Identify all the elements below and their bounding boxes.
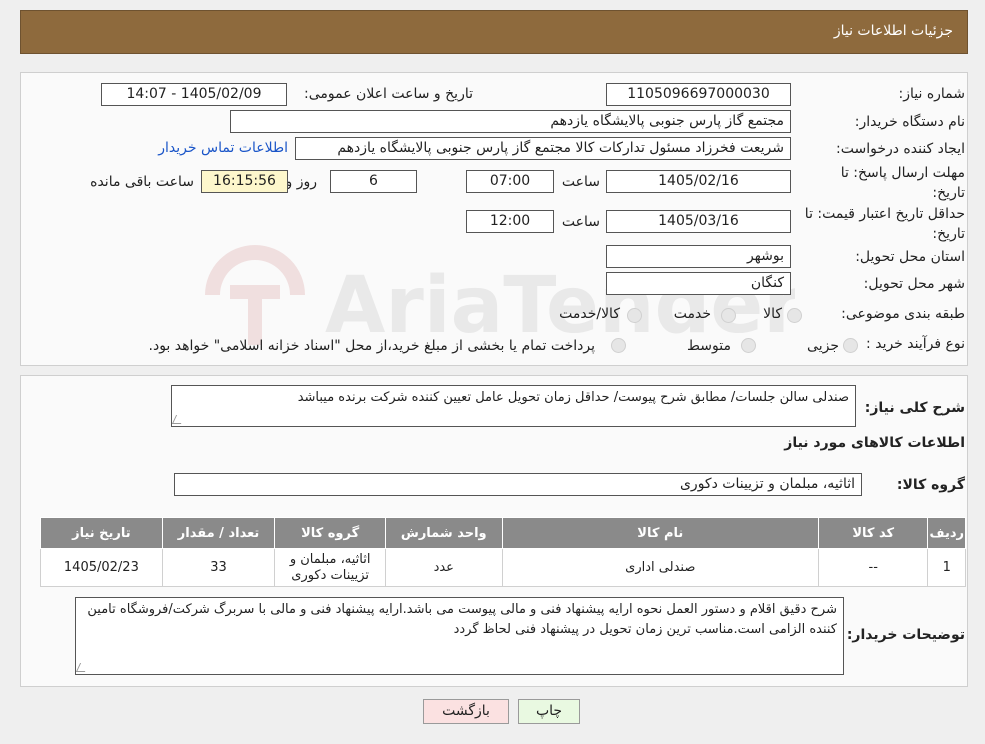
resize-grip-icon bbox=[172, 415, 186, 424]
page-header: جزئیات اطلاعات نیاز bbox=[20, 10, 968, 54]
price-validity-date-field: 1405/03/16 bbox=[606, 210, 791, 233]
category-radio-goods-service[interactable] bbox=[627, 308, 642, 323]
purchase-type-option-medium: متوسط bbox=[687, 338, 731, 354]
col-group: گروه کالا bbox=[274, 517, 386, 549]
announce-label: تاریخ و ساعت اعلان عمومی: bbox=[304, 86, 473, 102]
cell-name: صندلی اداری bbox=[501, 548, 819, 587]
buyer-notes-text: شرح دقیق اقلام و دستور العمل نحوه ارایه … bbox=[87, 602, 837, 637]
items-table: ردیف کد کالا نام کالا واحد شمارش گروه کا… bbox=[40, 517, 966, 587]
category-radio-goods[interactable] bbox=[787, 308, 802, 323]
buyer-notes-label: توضیحات خریدار: bbox=[846, 627, 965, 643]
purchase-type-radio-minor[interactable] bbox=[843, 338, 858, 353]
province-label: استان محل تحویل: bbox=[855, 249, 965, 265]
remaining-time-field: 16:15:56 bbox=[201, 170, 288, 193]
need-number-field: 1105096697000030 bbox=[606, 83, 791, 106]
category-option-service: خدمت bbox=[673, 306, 711, 322]
deadline-label-line1: مهلت ارسال پاسخ: تا bbox=[840, 165, 965, 181]
buyer-contact-link[interactable]: اطلاعات تماس خریدار bbox=[158, 140, 288, 156]
deadline-label-line2: تاریخ: bbox=[932, 185, 965, 201]
buyer-notes-textarea: شرح دقیق اقلام و دستور العمل نحوه ارایه … bbox=[75, 597, 844, 675]
col-name: نام کالا bbox=[501, 517, 819, 549]
goods-section-title: اطلاعات کالاهای مورد نیاز bbox=[784, 435, 965, 451]
print-button[interactable]: چاپ bbox=[518, 699, 580, 724]
price-validity-label-line2: تاریخ: bbox=[932, 226, 965, 242]
back-button[interactable]: بازگشت bbox=[423, 699, 509, 724]
cell-qty: 33 bbox=[161, 548, 276, 587]
summary-label: شرح کلی نیاز: bbox=[864, 400, 965, 416]
price-validity-label-line1: حداقل تاریخ اعتبار قیمت: تا bbox=[804, 206, 965, 222]
col-code: کد کالا bbox=[817, 517, 929, 549]
items-table-header: ردیف کد کالا نام کالا واحد شمارش گروه کا… bbox=[40, 517, 966, 549]
purchase-type-radio-medium[interactable] bbox=[741, 338, 756, 353]
remaining-time-label: ساعت باقی مانده bbox=[90, 174, 194, 190]
category-option-goods: کالا bbox=[763, 306, 782, 322]
city-label: شهر محل تحویل: bbox=[863, 276, 965, 292]
cell-date: 1405/02/23 bbox=[40, 548, 163, 587]
cell-code: -- bbox=[817, 548, 929, 587]
resize-grip-icon bbox=[76, 663, 90, 672]
col-row: ردیف bbox=[927, 517, 966, 549]
price-validity-time-field: 12:00 bbox=[466, 210, 554, 233]
deadline-time-field: 07:00 bbox=[466, 170, 554, 193]
col-unit: واحد شمارش bbox=[384, 517, 503, 549]
col-qty: تعداد / مقدار bbox=[161, 517, 276, 549]
deadline-date-field: 1405/02/16 bbox=[606, 170, 791, 193]
col-date: تاریخ نیاز bbox=[40, 517, 163, 549]
cell-group: اثاثیه، مبلمان و تزیینات دکوری bbox=[274, 548, 386, 587]
requester-field: شریعت فخرزاد مسئول تدارکات کالا مجتمع گا… bbox=[295, 137, 791, 160]
page-title: جزئیات اطلاعات نیاز bbox=[833, 23, 953, 39]
announce-field: 1405/02/09 - 14:07 bbox=[101, 83, 287, 106]
price-validity-time-label: ساعت bbox=[561, 214, 600, 230]
requester-label: ایجاد کننده درخواست: bbox=[836, 141, 965, 157]
deadline-days-label: روز و bbox=[285, 174, 318, 190]
buyer-org-field: مجتمع گاز پارس جنوبی پالایشگاه یازدهم bbox=[230, 110, 791, 133]
summary-text: صندلی سالن جلسات/ مطابق شرح پیوست/ حداقل… bbox=[297, 390, 849, 405]
treasury-note: پرداخت تمام یا بخشی از مبلغ خرید،از محل … bbox=[148, 338, 595, 354]
goods-group-field: اثاثیه، مبلمان و تزیینات دکوری bbox=[174, 473, 862, 496]
cell-unit: عدد bbox=[384, 548, 503, 587]
goods-group-label: گروه کالا: bbox=[896, 477, 965, 493]
purchase-type-label: نوع فرآیند خرید : bbox=[866, 336, 965, 352]
category-radio-service[interactable] bbox=[721, 308, 736, 323]
purchase-type-option-minor: جزیی bbox=[807, 338, 839, 354]
category-option-goods-service: کالا/خدمت bbox=[559, 306, 620, 322]
deadline-days-field: 6 bbox=[330, 170, 417, 193]
category-label: طبقه بندی موضوعی: bbox=[841, 306, 965, 322]
province-field: بوشهر bbox=[606, 245, 791, 268]
table-row: 1 -- صندلی اداری عدد اثاثیه، مبلمان و تز… bbox=[40, 548, 966, 587]
deadline-time-label: ساعت bbox=[561, 174, 600, 190]
purchase-type-radio-treasury[interactable] bbox=[611, 338, 626, 353]
summary-textarea: صندلی سالن جلسات/ مطابق شرح پیوست/ حداقل… bbox=[171, 385, 856, 427]
need-number-label: شماره نیاز: bbox=[898, 86, 966, 102]
city-field: کنگان bbox=[606, 272, 791, 295]
cell-row: 1 bbox=[927, 548, 966, 587]
buyer-org-label: نام دستگاه خریدار: bbox=[854, 114, 965, 130]
